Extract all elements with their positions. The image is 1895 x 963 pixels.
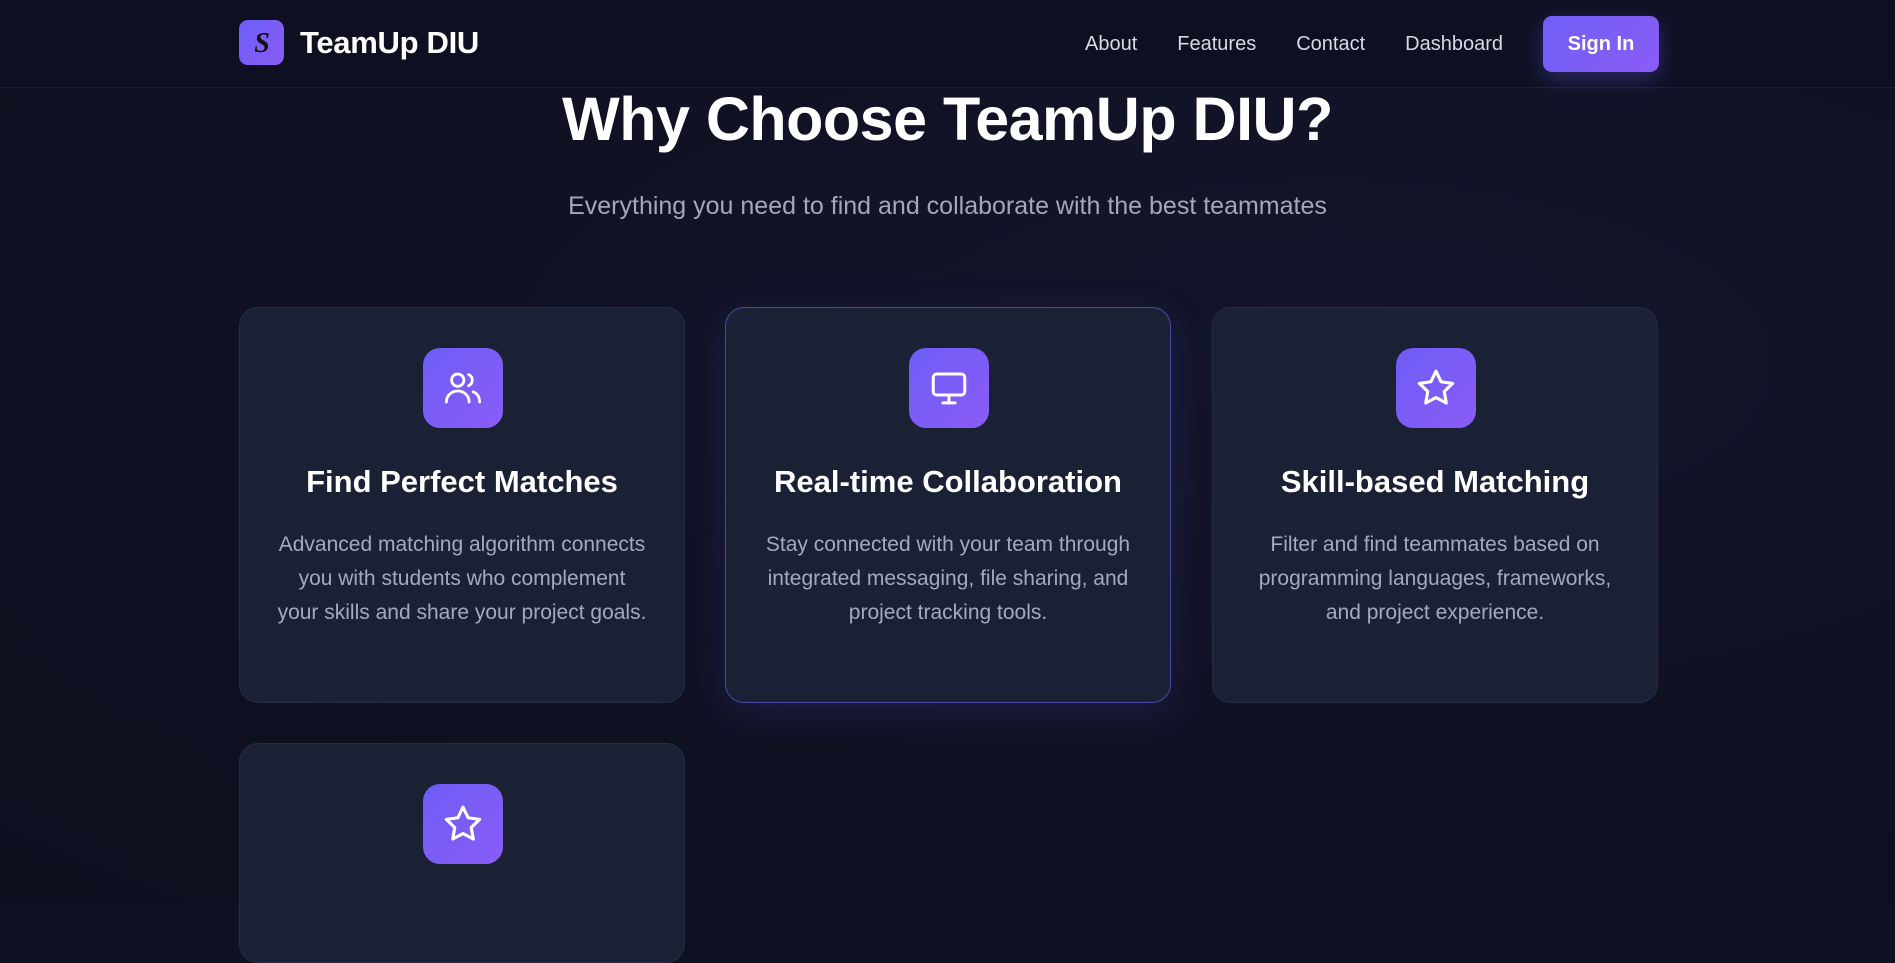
feature-card-skill-matching: Skill-based Matching Filter and find tea… <box>1212 307 1658 703</box>
feature-description: Filter and find teammates based on progr… <box>1258 533 1612 624</box>
brand[interactable]: S TeamUp DIU <box>239 20 479 65</box>
top-navbar: S TeamUp DIU About Features Contact Dash… <box>0 0 1895 88</box>
section-title: Why Choose TeamUp DIU? <box>562 85 1333 153</box>
brand-name: TeamUp DIU <box>300 24 480 60</box>
feature-card-collaboration: Real-time Collaboration Stay connected w… <box>725 307 1171 703</box>
brand-logo-icon: S <box>239 20 284 65</box>
monitor-icon <box>909 348 989 428</box>
feature-card-find-matches: Find Perfect Matches Advanced matching a… <box>239 307 685 703</box>
nav-link-contact[interactable]: Contact <box>1296 33 1365 56</box>
feature-title: Real-time Collaboration <box>774 464 1122 499</box>
feature-title: Skill-based Matching <box>1280 464 1590 499</box>
feature-card-4 <box>239 743 685 963</box>
feature-title: Find Perfect Matches <box>306 464 618 499</box>
feature-description: Stay connected with your team through in… <box>765 533 1131 624</box>
star-icon <box>423 784 503 864</box>
users-icon <box>423 348 503 428</box>
nav-links: About Features Contact Dashboard Sign In <box>1085 0 1895 88</box>
nav-link-dashboard[interactable]: Dashboard <box>1405 33 1503 56</box>
star-icon <box>1396 348 1476 428</box>
section-subtitle: Everything you need to find and collabor… <box>568 192 1327 220</box>
feature-description: Advanced matching algorithm connects you… <box>277 533 647 624</box>
svg-text:S: S <box>254 28 270 58</box>
nav-link-about[interactable]: About <box>1085 33 1137 56</box>
sign-in-button[interactable]: Sign In <box>1543 16 1659 72</box>
nav-link-features[interactable]: Features <box>1177 33 1256 56</box>
